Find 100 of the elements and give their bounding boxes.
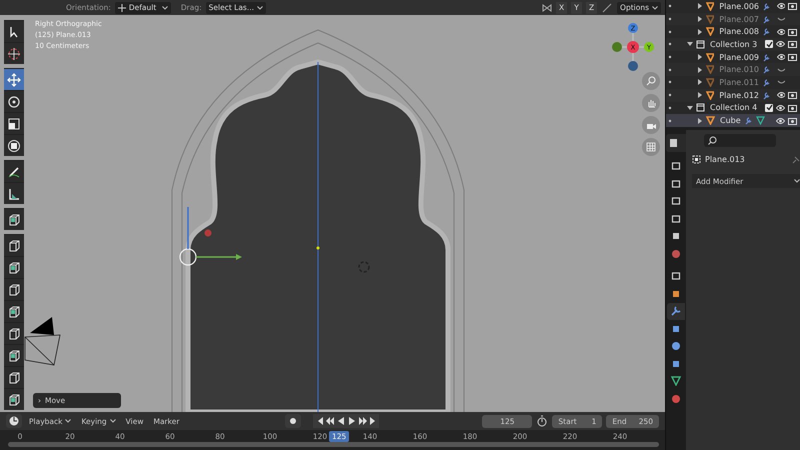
tool-button[interactable] bbox=[4, 134, 24, 156]
outliner-row[interactable]: Collection 4 bbox=[666, 102, 800, 114]
eye-icon[interactable] bbox=[776, 91, 786, 100]
outliner-row[interactable]: Plane.006 bbox=[666, 0, 800, 13]
camera-button[interactable] bbox=[642, 116, 660, 134]
timeline-scrollbar[interactable] bbox=[8, 442, 659, 447]
object-name: Plane.012 bbox=[719, 90, 760, 100]
vertex-group-icon[interactable] bbox=[756, 116, 765, 126]
pan-button[interactable] bbox=[642, 94, 660, 112]
wrench-icon[interactable] bbox=[762, 2, 771, 11]
transform-icon bbox=[7, 138, 21, 152]
collection-checkbox[interactable] bbox=[765, 104, 773, 112]
scale-icon bbox=[7, 116, 21, 130]
loop-cut-icon bbox=[7, 304, 21, 318]
closed-eye-icon[interactable] bbox=[776, 15, 786, 24]
grid-button[interactable] bbox=[642, 138, 660, 156]
camera-icon[interactable] bbox=[788, 28, 797, 36]
tool-button[interactable] bbox=[4, 300, 24, 322]
wrench-icon[interactable] bbox=[762, 90, 771, 100]
wrench-icon[interactable] bbox=[762, 14, 771, 24]
outliner-row[interactable]: Plane.007 bbox=[666, 12, 800, 26]
play-icon bbox=[348, 417, 356, 425]
properties-tab[interactable] bbox=[667, 302, 685, 320]
dot-icon bbox=[668, 80, 672, 84]
outliner-row[interactable]: Plane.011 bbox=[666, 76, 800, 89]
eye-icon[interactable] bbox=[776, 2, 786, 10]
dot-icon bbox=[668, 42, 672, 46]
tool-button[interactable] bbox=[4, 112, 24, 134]
object-name: Plane.010 bbox=[719, 65, 760, 74]
eye-icon[interactable] bbox=[776, 40, 785, 48]
caret-icon bbox=[110, 419, 116, 423]
dot-icon bbox=[668, 118, 672, 123]
tool-button[interactable] bbox=[4, 42, 24, 64]
eye-icon[interactable] bbox=[776, 28, 786, 36]
move-gizmo[interactable] bbox=[179, 207, 242, 266]
camera-icon[interactable] bbox=[788, 53, 797, 62]
tool-button[interactable] bbox=[4, 234, 24, 256]
extrude-icon bbox=[7, 238, 21, 252]
record-button[interactable] bbox=[285, 414, 302, 428]
eye-icon[interactable] bbox=[776, 116, 785, 125]
cursor-icon bbox=[7, 46, 21, 60]
tool-button[interactable] bbox=[4, 278, 24, 300]
tool-button[interactable] bbox=[4, 366, 24, 388]
collection-name: Collection 3 bbox=[710, 40, 758, 49]
outliner-row[interactable]: Plane.009 bbox=[666, 50, 800, 64]
camera-icon[interactable] bbox=[788, 2, 797, 10]
camera-icon[interactable] bbox=[788, 116, 797, 125]
collapse-arrow-icon[interactable] bbox=[687, 104, 693, 111]
wrench-icon[interactable] bbox=[762, 65, 771, 74]
outliner-row[interactable]: Plane.012 bbox=[666, 88, 800, 102]
collapse-arrow-icon[interactable] bbox=[687, 41, 693, 48]
play-reverse-icon bbox=[336, 417, 345, 425]
collection-checkbox[interactable] bbox=[765, 40, 773, 48]
object-name: Plane.006 bbox=[719, 2, 760, 11]
tool-button[interactable] bbox=[4, 160, 24, 182]
outliner-row[interactable]: Plane.008 bbox=[666, 25, 800, 38]
dot-icon bbox=[668, 4, 672, 8]
search-field[interactable] bbox=[704, 134, 776, 147]
collection-box-icon bbox=[696, 40, 705, 49]
eye-icon[interactable] bbox=[776, 53, 786, 62]
tool-button[interactable] bbox=[4, 208, 24, 230]
tool-button[interactable] bbox=[4, 256, 24, 278]
outliner-row[interactable]: Collection 3 bbox=[666, 38, 800, 51]
closed-eye-icon[interactable] bbox=[776, 78, 786, 86]
zoom-button[interactable] bbox=[642, 72, 660, 90]
square-icon bbox=[671, 288, 681, 299]
wrench-icon[interactable] bbox=[762, 27, 771, 36]
inset-icon bbox=[7, 260, 21, 274]
dot-icon bbox=[668, 17, 672, 22]
dot-icon bbox=[668, 30, 672, 34]
knife-icon bbox=[7, 326, 21, 340]
object-name: Plane.013 bbox=[705, 155, 745, 164]
stopwatch-icon[interactable] bbox=[536, 415, 548, 427]
outliner-row[interactable]: Plane.010 bbox=[666, 63, 800, 76]
wrench-icon bbox=[671, 306, 681, 316]
editor-type-button[interactable] bbox=[6, 414, 22, 428]
mirror-icon[interactable] bbox=[542, 2, 552, 12]
expand-arrow-icon[interactable] bbox=[697, 118, 703, 124]
wrench-icon[interactable] bbox=[762, 52, 771, 62]
wrench-icon[interactable] bbox=[762, 78, 771, 87]
eye-icon[interactable] bbox=[776, 104, 785, 112]
tool-button[interactable] bbox=[4, 90, 24, 112]
next-key-icon bbox=[358, 417, 367, 425]
box-icon bbox=[671, 271, 681, 282]
outliner-row[interactable]: Cube bbox=[666, 114, 800, 127]
tool-button[interactable] bbox=[4, 20, 24, 42]
magnifier-icon bbox=[646, 76, 656, 86]
camera-icon[interactable] bbox=[788, 40, 797, 48]
tool-button[interactable] bbox=[4, 68, 24, 90]
dot-icon bbox=[668, 106, 672, 110]
camera-icon[interactable] bbox=[788, 104, 797, 112]
tool-button[interactable] bbox=[4, 182, 24, 204]
camera-icon[interactable] bbox=[788, 91, 797, 100]
tool-button[interactable] bbox=[4, 388, 24, 410]
object-name: Plane.011 bbox=[719, 78, 760, 87]
pin-icon[interactable] bbox=[792, 156, 800, 164]
tool-button[interactable] bbox=[4, 322, 24, 344]
editor-type-button[interactable] bbox=[666, 134, 686, 152]
tool-button[interactable] bbox=[4, 344, 24, 366]
wrench-icon[interactable] bbox=[744, 116, 753, 126]
